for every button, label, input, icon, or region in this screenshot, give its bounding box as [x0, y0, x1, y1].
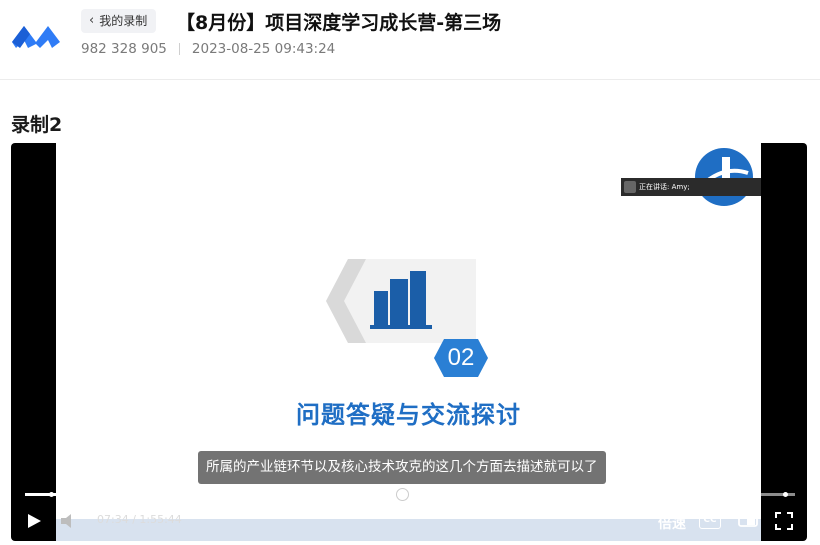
play-icon[interactable]	[25, 512, 43, 530]
tencent-meeting-logo-icon	[12, 26, 60, 48]
caption-subtitle: 所属的产业链环节以及核心技术攻克的这几个方面去描述就可以了	[198, 451, 606, 484]
playback-speed-button[interactable]: 倍速	[658, 513, 686, 533]
section-number: 02	[447, 344, 475, 371]
closed-caption-button[interactable]: CC	[699, 513, 721, 529]
meeting-meta: 982 328 905 2023-08-25 09:43:24	[81, 41, 335, 57]
volume-icon[interactable]	[59, 512, 81, 530]
back-to-recordings-button[interactable]: ‹ 我的录制	[81, 9, 157, 33]
back-button-label: 我的录制	[99, 14, 148, 28]
speaker-avatar	[624, 181, 636, 193]
chapter-marker[interactable]	[693, 492, 698, 497]
recording-title: 录制2	[11, 114, 63, 136]
speaker-label: 正在讲话: Amy;	[639, 183, 690, 191]
time-display: 07:34 / 1:55:44	[97, 513, 182, 526]
video-player[interactable]: 正在讲话: Amy; 02 问题答疑与交流探讨 所属的产业链环节以及核心技术攻克…	[11, 143, 807, 541]
chapter-marker[interactable]	[783, 492, 788, 497]
building-graphic-icon	[326, 259, 476, 343]
slide-heading: 问题答疑与交流探讨	[296, 401, 521, 429]
meeting-id: 982 328 905	[81, 41, 167, 57]
meeting-datetime: 2023-08-25 09:43:24	[191, 41, 336, 57]
progress-bar[interactable]	[25, 488, 795, 501]
divider	[178, 43, 180, 55]
chevron-left-icon: ‹	[89, 13, 95, 28]
page-title: 【8月份】项目深度学习成长营-第三场	[176, 12, 502, 34]
picture-in-picture-icon[interactable]	[738, 511, 758, 529]
progress-fill	[25, 493, 403, 496]
company-logo-icon	[695, 148, 753, 206]
section-number-badge: 02	[434, 339, 488, 377]
speaker-indicator: 正在讲话: Amy;	[621, 178, 761, 196]
fullscreen-icon[interactable]	[775, 512, 793, 530]
chapter-marker[interactable]	[49, 492, 54, 497]
header-bar: ‹ 我的录制 【8月份】项目深度学习成长营-第三场 982 328 905 20…	[0, 0, 820, 80]
